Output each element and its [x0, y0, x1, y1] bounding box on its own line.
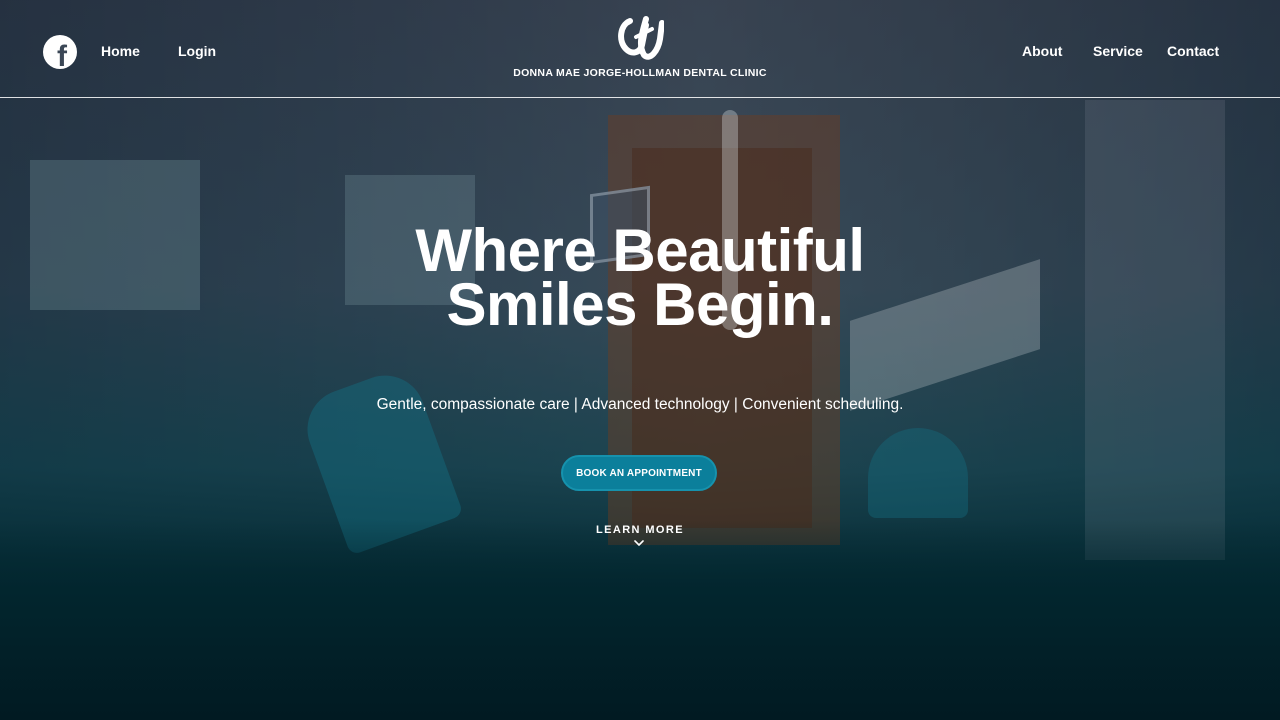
- facebook-icon[interactable]: f: [43, 35, 77, 69]
- page: f Home Login DONNA MAE JORGE-HOLLMAN DEN…: [0, 0, 1280, 720]
- nav-login-link[interactable]: Login: [178, 43, 216, 59]
- hero-background-image: [0, 0, 1280, 720]
- clinic-logo-icon[interactable]: [616, 15, 664, 61]
- chevron-down-icon[interactable]: [634, 539, 644, 547]
- nav-contact-link[interactable]: Contact: [1167, 43, 1219, 59]
- hero-subtitle: Gentle, compassionate care | Advanced te…: [376, 396, 904, 413]
- clinic-name: DONNA MAE JORGE-HOLLMAN DENTAL CLINIC: [513, 67, 767, 79]
- learn-more-link[interactable]: LEARN MORE: [540, 524, 740, 536]
- hero-title-line-2: Smiles Begin.: [446, 271, 834, 338]
- book-appointment-button[interactable]: BOOK AN APPOINTMENT: [561, 455, 717, 491]
- nav-about-link[interactable]: About: [1022, 43, 1062, 59]
- nav-home-link[interactable]: Home: [101, 43, 140, 59]
- nav-service-link[interactable]: Service: [1093, 43, 1143, 59]
- site-header: f Home Login DONNA MAE JORGE-HOLLMAN DEN…: [0, 0, 1280, 98]
- hero-title: Where Beautiful Smiles Begin.: [340, 221, 940, 335]
